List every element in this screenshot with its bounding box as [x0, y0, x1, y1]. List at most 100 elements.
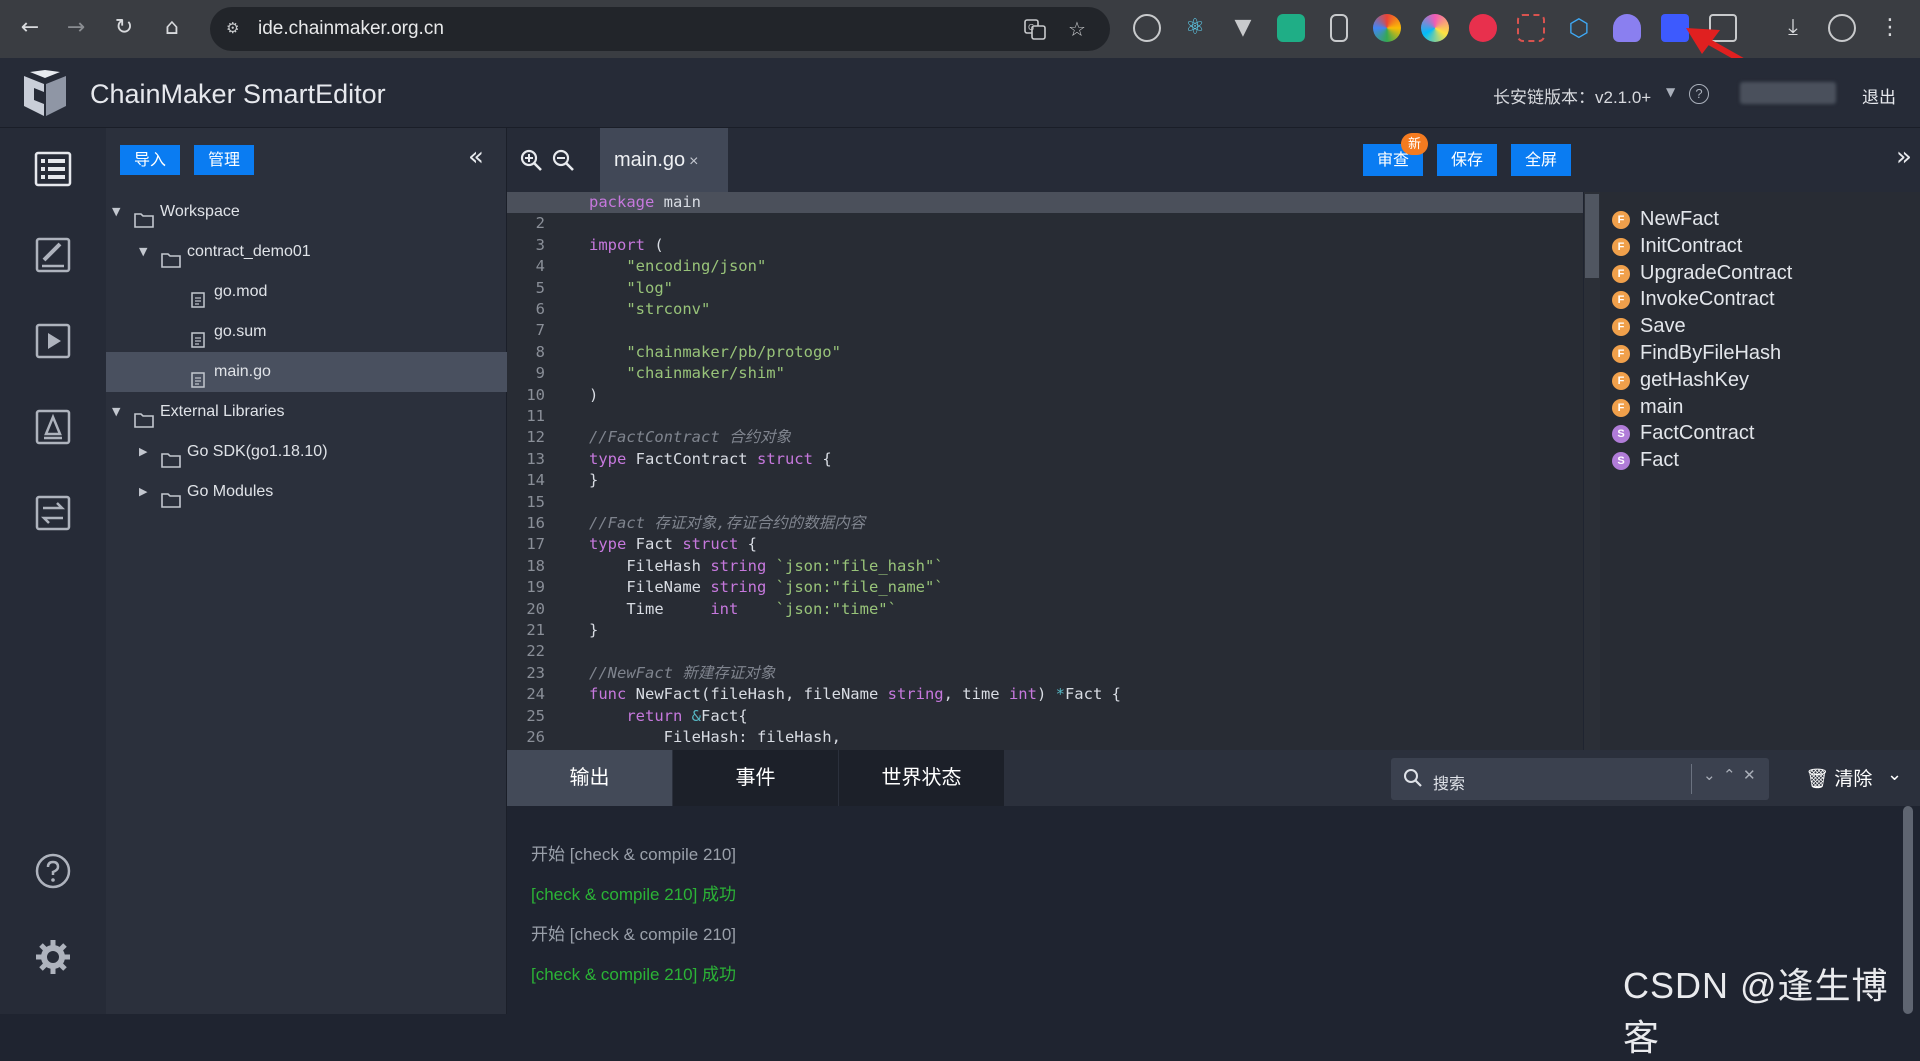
code-line[interactable]: 9 "chainmaker/shim" — [507, 363, 1583, 384]
extension-color-icon[interactable] — [1373, 14, 1401, 42]
code-line[interactable]: 13 type FactContract struct { — [507, 449, 1583, 470]
search-next-icon[interactable]: ⌄ — [1703, 766, 1716, 784]
extension-ghost-icon[interactable] — [1613, 14, 1641, 42]
tree-item[interactable]: main.go — [106, 352, 507, 392]
code-line[interactable]: 16 //Fact 存证对象,存证合约的数据内容 — [507, 513, 1583, 534]
tree-item[interactable]: ▼ External Libraries — [106, 392, 507, 432]
tab-output[interactable]: 输出 — [507, 750, 672, 806]
outline-item[interactable]: F NewFact — [1612, 206, 1719, 233]
outline-item[interactable]: FgetHashKey — [1612, 367, 1749, 394]
bookmark-star-icon[interactable]: ☆ — [1064, 17, 1090, 43]
code-line[interactable]: 15 — [507, 492, 1583, 513]
zoom-in-icon[interactable] — [519, 148, 543, 172]
outline-item[interactable]: F Save — [1612, 313, 1686, 340]
file-list-icon[interactable] — [34, 150, 72, 188]
outline-item[interactable]: Fmain — [1612, 394, 1683, 421]
search-prev-icon[interactable]: ⌃ — [1723, 766, 1736, 784]
reload-icon[interactable]: ↻ — [108, 12, 140, 44]
run-icon[interactable] — [34, 322, 72, 360]
code-line[interactable]: 20 Time int `json:"time"` — [507, 599, 1583, 620]
extension-palette-icon[interactable] — [1421, 14, 1449, 42]
back-icon[interactable]: ← — [14, 12, 46, 44]
code-line[interactable]: 26 FileHash: fileHash, — [507, 727, 1583, 748]
extension-code-icon[interactable] — [1277, 14, 1305, 42]
collapse-panel-icon[interactable]: « — [468, 142, 484, 172]
transfer-icon[interactable] — [34, 494, 72, 532]
import-button[interactable]: 导入 — [120, 145, 180, 175]
collapse-bottom-panel-icon[interactable]: ⌄ — [1887, 764, 1902, 785]
extension-react-icon[interactable]: ⚛ — [1181, 14, 1209, 42]
code-line[interactable]: 7 — [507, 320, 1583, 341]
editor-scrollbar-thumb[interactable] — [1585, 194, 1599, 278]
code-line[interactable]: 11 — [507, 406, 1583, 427]
profile-icon[interactable] — [1828, 14, 1856, 42]
code-line[interactable]: package main — [507, 192, 1583, 214]
extension-pocket-icon[interactable] — [1469, 14, 1497, 42]
code-line[interactable]: 24 func NewFact(fileHash, fileName string… — [507, 684, 1583, 705]
code-line[interactable]: 3 import ( — [507, 235, 1583, 256]
expanded-caret-icon[interactable]: ▼ — [139, 232, 147, 272]
outline-item[interactable]: F FindByFileHash — [1612, 340, 1781, 367]
browser-menu-icon[interactable]: ⋮ — [1874, 12, 1906, 44]
code-line[interactable]: 18 FileHash string `json:"file_hash"` — [507, 556, 1583, 577]
fullscreen-button[interactable]: 全屏 — [1511, 144, 1571, 176]
help-icon[interactable] — [34, 852, 72, 890]
tab-world-state[interactable]: 世界状态 — [839, 750, 1004, 806]
home-icon[interactable]: ⌂ — [156, 12, 188, 44]
code-line[interactable]: 14} — [507, 470, 1583, 491]
search-close-icon[interactable]: ✕ — [1743, 766, 1756, 784]
extension-capture-icon[interactable] — [1517, 14, 1545, 42]
code-line[interactable]: 23 //NewFact 新建存证对象 — [507, 663, 1583, 684]
extension-cube-icon[interactable]: ⬡ — [1565, 14, 1593, 42]
code-line[interactable]: 21} — [507, 620, 1583, 641]
code-line[interactable]: 19 FileName string `json:"file_name"` — [507, 577, 1583, 598]
tree-item[interactable]: ▶ Go Modules — [106, 472, 507, 512]
outline-item[interactable]: F InitContract — [1612, 233, 1742, 260]
tab-main-go[interactable]: main.go × — [600, 128, 728, 192]
tree-item[interactable]: go.sum — [106, 312, 507, 352]
expanded-caret-icon[interactable]: ▼ — [112, 392, 120, 432]
code-editor[interactable]: package main 2 3 import (4 "encoding/json" 5… — [507, 192, 1583, 750]
code-line[interactable]: 4 "encoding/json" — [507, 256, 1583, 277]
forward-icon[interactable]: → — [60, 12, 92, 44]
manage-button[interactable]: 管理 — [194, 145, 254, 175]
version-value[interactable]: v2.1.0+ — [1595, 88, 1651, 107]
edit-icon[interactable] — [34, 236, 72, 274]
clear-output-button[interactable]: 🗑 清除 — [1805, 764, 1872, 791]
outline-item[interactable]: F UpgradeContract — [1612, 260, 1792, 287]
tree-item[interactable]: ▶ Go SDK(go1.18.10) — [106, 432, 507, 472]
zoom-out-icon[interactable] — [551, 148, 575, 172]
code-line[interactable]: 6 "strconv" — [507, 299, 1583, 320]
tree-item[interactable]: ▼ Workspace — [106, 192, 507, 232]
expand-outline-icon[interactable]: » — [1896, 142, 1912, 172]
save-button[interactable]: 保存 — [1437, 144, 1497, 176]
extension-vue-icon[interactable]: ▼ — [1229, 14, 1257, 42]
code-line[interactable]: 8 "chainmaker/pb/protogo" — [507, 342, 1583, 363]
version-selector[interactable]: 长安链版本：v2.1.0+ — [1493, 83, 1651, 108]
tab-close-icon[interactable]: × — [689, 153, 698, 170]
code-line[interactable]: 22 — [507, 641, 1583, 662]
logout-link[interactable]: 退出 — [1862, 83, 1896, 108]
code-line[interactable]: 12 //FactContract 合约对象 — [507, 427, 1583, 448]
code-line[interactable]: 2 — [507, 213, 1583, 234]
version-help-icon[interactable]: ? — [1689, 84, 1709, 104]
output-search-box[interactable]: 搜索 ⌄ ⌃ ✕ — [1391, 758, 1769, 800]
collapsed-caret-icon[interactable]: ▶ — [139, 472, 147, 512]
outline-item[interactable]: S Fact — [1612, 447, 1679, 474]
address-bar[interactable]: ⚙ ide.chainmaker.org.cn G ☆ — [210, 7, 1110, 51]
editor-scrollbar[interactable] — [1584, 192, 1600, 750]
code-line[interactable]: 10) — [507, 385, 1583, 406]
search-input[interactable]: 搜索 — [1433, 770, 1465, 794]
site-settings-icon[interactable]: ⚙ — [226, 19, 248, 39]
expanded-caret-icon[interactable]: ▼ — [112, 192, 120, 232]
tree-item[interactable]: go.mod — [106, 272, 507, 312]
collapsed-caret-icon[interactable]: ▶ — [139, 432, 147, 472]
outline-item[interactable]: F InvokeContract — [1612, 286, 1775, 313]
code-line[interactable]: 25 return &Fact{ — [507, 706, 1583, 727]
code-line[interactable]: 17 type Fact struct { — [507, 534, 1583, 555]
version-caret-icon[interactable]: ▼ — [1666, 85, 1675, 99]
settings-gear-icon[interactable] — [34, 938, 72, 976]
extension-target-icon[interactable] — [1133, 14, 1161, 42]
extension-mobile-icon[interactable] — [1330, 14, 1348, 42]
deploy-icon[interactable] — [34, 408, 72, 446]
